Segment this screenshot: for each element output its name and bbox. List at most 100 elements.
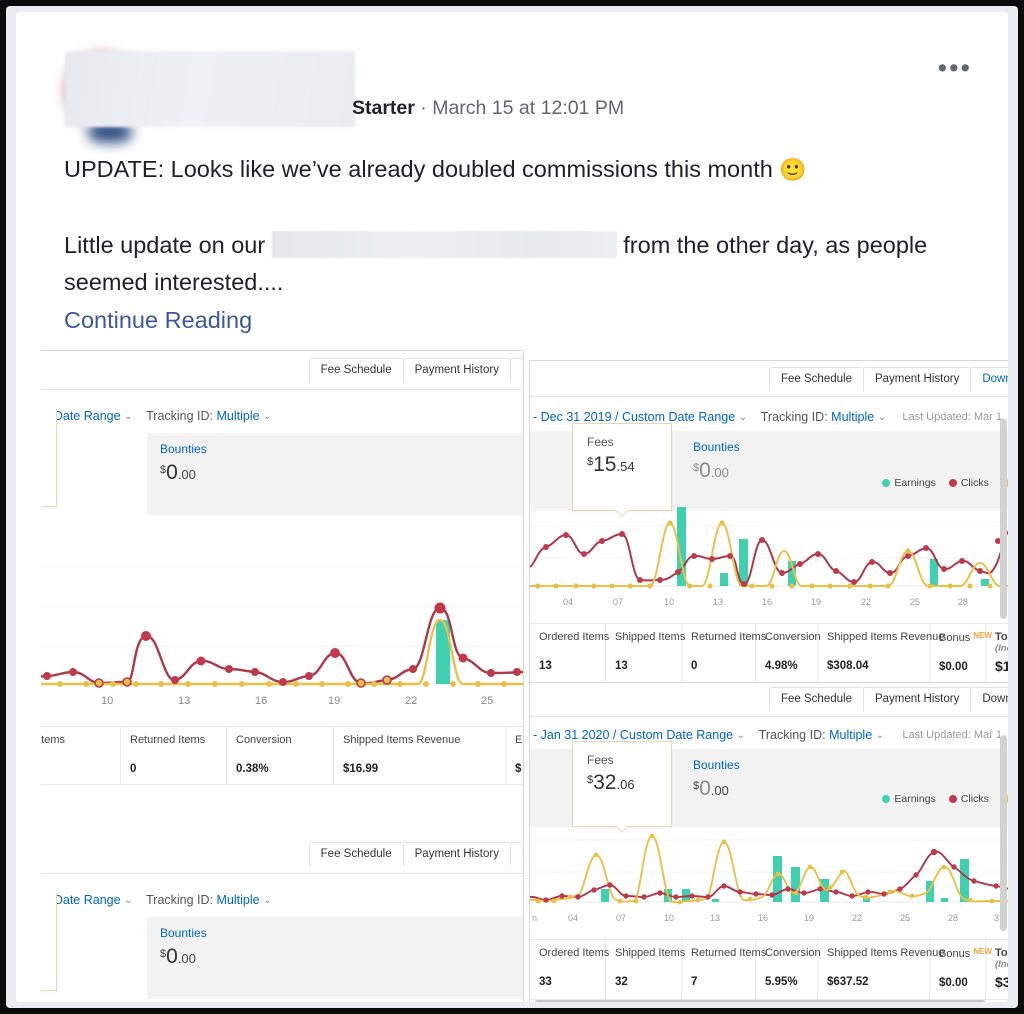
tab-fee-schedule[interactable]: Fee Schedule — [308, 358, 404, 382]
col-header: Conversion — [765, 631, 821, 643]
left-chart: 071013 161922 25 — [41, 546, 523, 716]
r1-data-table: Ordered Items 13 Shipped Items 13 Return… — [530, 623, 1008, 684]
col-value: 32 — [615, 976, 628, 988]
svg-text:25: 25 — [910, 597, 920, 607]
post-card: Starter · March 15 at 12:01 PM ••• UPDAT… — [16, 12, 1008, 1002]
tab-fee-schedule[interactable]: Fee Schedule — [308, 842, 404, 866]
table-col-ordered-items: Ordered Items 33 — [530, 940, 609, 999]
tab-download-reports[interactable]: Dow — [509, 358, 523, 382]
left-tab-bar: Fee Schedule Payment History Dow — [308, 358, 523, 382]
left-bottom-tracking-id-value[interactable]: Multiple — [217, 893, 260, 907]
chevron-down-icon[interactable]: ⌄ — [739, 412, 747, 423]
svg-text:28: 28 — [948, 913, 958, 923]
total-sublabel: (Inclu — [995, 959, 1008, 970]
col-value: 13 — [615, 660, 628, 672]
svg-text:16: 16 — [758, 913, 768, 923]
r1-chart: 04 07 10 13 16 19 22 25 28 — [530, 501, 1008, 621]
tab-payment-history[interactable]: Payment History — [862, 367, 972, 391]
left-kpi-bounties[interactable]: Bounties $0.00 — [147, 433, 220, 496]
screenshot-right-top-associates-dashboard[interactable]: Fee Schedule Payment History Download Re… — [529, 360, 1008, 690]
screenshot-left-associates-dashboard[interactable]: Fee Schedule Payment History Dow om Date… — [41, 350, 524, 1002]
r2-filter-bar: - Jan 31 2020 / Custom Date Range ⌄ Trac… — [533, 728, 884, 742]
screenshot-right-bottom-associates-dashboard[interactable]: Fee Schedule Payment History Download Re… — [529, 682, 1008, 1002]
left-bottom-tracking-id-label: Tracking ID: — [146, 893, 214, 907]
tab-download-reports[interactable]: Dow — [509, 842, 523, 866]
chevron-down-icon[interactable]: ⌄ — [878, 412, 886, 423]
left-bottom-fees-tooltip — [41, 893, 57, 991]
col-header: Shipped Items Revenue — [343, 734, 461, 746]
chevron-down-icon[interactable]: ⌄ — [876, 730, 884, 741]
legend-label-clicks: Clicks — [960, 477, 989, 489]
r1-chart-legend: Earnings Clicks O — [882, 477, 1008, 489]
svg-text:10: 10 — [101, 695, 113, 707]
tab-download-reports[interactable]: Download Reports — [970, 367, 1008, 391]
r1-date-range-filter[interactable]: - Dec 31 2019 / Custom Date Range — [533, 410, 735, 424]
svg-text:22: 22 — [861, 597, 871, 607]
tab-download-reports[interactable]: Download Reports — [970, 687, 1008, 711]
bonus-label: Bonus — [939, 632, 971, 644]
left-bottom-kpi-bounties[interactable]: Bounties $0.00 — [147, 917, 220, 980]
chevron-down-icon[interactable]: ⌄ — [124, 895, 132, 906]
table-col-bonus: Bonus NEW $0.00 — [930, 624, 992, 683]
table-col-shipped-items: Shipped Items 32 — [606, 940, 685, 999]
table-col-bonus: Bonus NEW $0.00 — [930, 940, 992, 999]
left-tracking-id-label: Tracking ID: — [146, 409, 214, 423]
r1-vertical-scrollbar[interactable] — [1000, 419, 1007, 619]
svg-text:19: 19 — [328, 695, 340, 707]
svg-text:10: 10 — [664, 597, 674, 607]
left-tracking-id-value[interactable]: Multiple — [217, 409, 260, 423]
chevron-down-icon[interactable]: ⌄ — [263, 895, 271, 906]
table-col-total: Total(Inclu $32. — [986, 940, 1008, 999]
chevron-down-icon[interactable]: ⌄ — [263, 411, 271, 422]
legend-item-clicks[interactable]: Clicks — [948, 793, 989, 805]
r1-kpi-bounties[interactable]: Bounties $0.00 — [680, 431, 753, 494]
legend-item-earnings[interactable]: Earnings — [882, 793, 936, 805]
r1-fees-dec: .54 — [616, 459, 635, 474]
table-col-bonus: E $ — [506, 727, 523, 784]
col-value: $637.52 — [827, 976, 869, 988]
left-fees-tooltip — [41, 409, 57, 507]
chevron-down-icon[interactable]: ⌄ — [737, 730, 745, 741]
r2-horizontal-scrollbar[interactable] — [534, 1000, 986, 1002]
tab-payment-history[interactable]: Payment History — [402, 842, 511, 866]
r2-tab-divider — [530, 716, 1008, 717]
svg-text:25: 25 — [481, 695, 493, 707]
svg-text:04: 04 — [568, 913, 578, 923]
post-timestamp: March 15 at 12:01 PM — [432, 97, 625, 119]
r2-tracking-id-value[interactable]: Multiple — [829, 728, 872, 742]
table-col-conversion: Conversion 5.95% — [756, 940, 821, 999]
chevron-down-icon[interactable]: ⌄ — [124, 411, 132, 422]
col-header: Shipped Items — [615, 631, 686, 643]
svg-text:25: 25 — [900, 913, 910, 923]
continue-reading-link[interactable]: Continue Reading — [64, 307, 974, 334]
more-options-icon[interactable]: ••• — [938, 55, 972, 82]
col-value: 5.95% — [765, 976, 798, 988]
legend-item-clicks[interactable]: Clicks — [948, 477, 989, 489]
table-col-returned-items: Returned Items 0 — [682, 624, 766, 683]
tab-payment-history[interactable]: Payment History — [862, 687, 972, 711]
r2-vertical-scrollbar[interactable] — [1000, 735, 1007, 931]
svg-text:n: n — [532, 913, 537, 923]
r2-kpi-bounties[interactable]: Bounties $0.00 — [680, 749, 753, 812]
col-value: 13 — [539, 660, 552, 672]
left-kpi-strip: Bounties $0.00 — [147, 433, 523, 515]
col-header: Bonus NEW — [939, 631, 992, 644]
left-bottom-bounties-dec: .00 — [177, 951, 196, 966]
tab-fee-schedule[interactable]: Fee Schedule — [769, 367, 864, 391]
legend-item-earnings[interactable]: Earnings — [882, 477, 936, 489]
r1-filter-bar: - Dec 31 2019 / Custom Date Range ⌄ Trac… — [533, 410, 886, 424]
left-bottom-kpi-strip: Bounties $0.00 — [147, 917, 523, 999]
embedded-screenshots: Fee Schedule Payment History Dow om Date… — [26, 350, 1008, 1002]
col-header: Total(Inclu — [995, 631, 1008, 654]
r2-date-range-filter[interactable]: - Jan 31 2020 / Custom Date Range — [533, 728, 733, 742]
r2-bounties-label: Bounties — [693, 758, 740, 772]
clicks-swatch-icon — [948, 479, 957, 487]
r1-fees-label: Fees — [587, 435, 614, 449]
post-paragraph: Little update on our from the other day,… — [64, 227, 974, 301]
col-value: $15. — [995, 658, 1008, 674]
redaction-bar-author-name — [65, 51, 355, 127]
tab-fee-schedule[interactable]: Fee Schedule — [769, 687, 864, 711]
col-value: 33 — [539, 976, 552, 988]
tab-payment-history[interactable]: Payment History — [402, 358, 511, 382]
r1-tracking-id-value[interactable]: Multiple — [831, 410, 874, 424]
